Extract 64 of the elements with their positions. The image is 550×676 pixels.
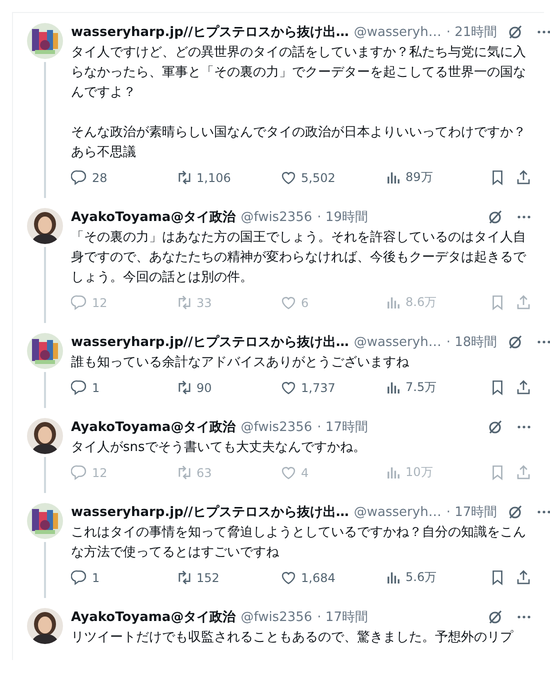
user-handle[interactable]: @fwis2356 bbox=[240, 420, 312, 434]
views-count: 10万 bbox=[406, 464, 433, 481]
post-time[interactable]: · 18時間 bbox=[446, 333, 498, 351]
repost-count: 1,106 bbox=[196, 170, 231, 184]
reply-count: 1 bbox=[92, 570, 100, 584]
like-count: 1,737 bbox=[301, 380, 336, 394]
post-text: 誰も知っている余計なアドバイスありがとうございますね bbox=[71, 354, 410, 372]
user-name[interactable]: wasseryharp.jp//ヒプステロスから抜け出… bbox=[71, 23, 349, 41]
like-icon[interactable] bbox=[280, 379, 297, 396]
user-handle[interactable]: @wasseryh… bbox=[354, 504, 442, 520]
post-text: 「その裏の力」はあなた方の国王でしょう。それを許容しているのはタイ人自身ですので、あなたたちの精神が変わらなければ、今後もクーデタは起きるでしょう。今回の話とは別の件。 bbox=[71, 229, 528, 287]
user-name[interactable]: wasseryharp.jp//ヒプステロスから抜け出… bbox=[71, 333, 349, 351]
post-text: そんな政治が素晴らしい国なんでタイの政治が日本よりいいってわけですか？ bbox=[71, 124, 527, 142]
post-text: これはタイの事情を知って脅迫しようとしているですかね？自分の知識をこんな方法で使ってるとはすごいですね bbox=[71, 524, 527, 562]
views-count: 8.6万 bbox=[406, 294, 437, 311]
post-text: あら不思議 bbox=[71, 144, 137, 162]
views-count: 5.6万 bbox=[406, 569, 437, 586]
user-handle[interactable]: @wasseryh… bbox=[354, 24, 442, 40]
reply-count: 1 bbox=[92, 380, 100, 394]
post-time[interactable]: · 17時間 bbox=[446, 503, 498, 521]
reply-icon[interactable] bbox=[71, 379, 88, 396]
reply-count: 12 bbox=[92, 466, 108, 480]
post-text: タイ人ですけど、どの異世界のタイの話をしていますか？私たち与党に気に入らなかったら、軍事と「その裏の力」でクーデターを起こしてる世界一の国なんですよ？ bbox=[71, 44, 527, 102]
circle-slash-icon[interactable] bbox=[487, 209, 503, 225]
circle-slash-icon[interactable] bbox=[487, 609, 503, 625]
circle-slash-icon[interactable] bbox=[507, 334, 524, 350]
like-count: 1,684 bbox=[301, 570, 336, 584]
reply-icon[interactable] bbox=[71, 569, 88, 586]
repost-count: 90 bbox=[196, 380, 212, 394]
like-count: 5,502 bbox=[301, 170, 336, 184]
user-handle[interactable]: @wasseryh… bbox=[354, 334, 442, 350]
circle-slash-icon[interactable] bbox=[487, 419, 503, 435]
like-count: 6 bbox=[301, 296, 309, 310]
repost-count: 63 bbox=[196, 466, 212, 480]
like-icon[interactable] bbox=[280, 169, 297, 186]
views-count: 7.5万 bbox=[406, 379, 437, 396]
post-time[interactable]: · 19時間 bbox=[317, 208, 368, 226]
user-handle[interactable]: @fwis2356 bbox=[240, 210, 312, 224]
repost-icon[interactable] bbox=[176, 569, 192, 586]
share-icon[interactable] bbox=[515, 379, 532, 396]
circle-slash-icon[interactable] bbox=[507, 504, 524, 520]
post-time[interactable]: · 17時間 bbox=[317, 608, 368, 626]
share-icon[interactable] bbox=[515, 569, 532, 586]
user-handle[interactable]: @fwis2356 bbox=[240, 610, 312, 624]
repost-icon[interactable] bbox=[176, 379, 192, 396]
user-name[interactable]: AyakoToyama@タイ政治 bbox=[71, 418, 236, 436]
reply-count: 28 bbox=[92, 170, 108, 184]
post-time[interactable]: · 17時間 bbox=[317, 418, 368, 436]
repost-icon[interactable] bbox=[176, 169, 192, 186]
like-count: 4 bbox=[301, 466, 309, 480]
views-count: 89万 bbox=[406, 169, 433, 186]
post-time[interactable]: · 21時間 bbox=[446, 23, 498, 41]
repost-count: 152 bbox=[196, 570, 220, 584]
reply-icon[interactable] bbox=[71, 169, 88, 186]
like-icon[interactable] bbox=[280, 569, 297, 586]
user-name[interactable]: AyakoToyama@タイ政治 bbox=[71, 608, 236, 626]
user-name[interactable]: wasseryharp.jp//ヒプステロスから抜け出… bbox=[71, 503, 349, 521]
reply-count: 12 bbox=[92, 296, 108, 310]
share-icon[interactable] bbox=[515, 169, 532, 186]
circle-slash-icon[interactable] bbox=[507, 24, 524, 40]
user-name[interactable]: AyakoToyama@タイ政治 bbox=[71, 208, 236, 226]
post-text: リツイートだけでも収監されることもあるので、驚きました。予想外のリプ bbox=[71, 629, 514, 647]
post-text: タイ人がsnsでそう書いても大丈夫なんですかね。 bbox=[71, 439, 367, 457]
repost-count: 33 bbox=[196, 296, 212, 310]
